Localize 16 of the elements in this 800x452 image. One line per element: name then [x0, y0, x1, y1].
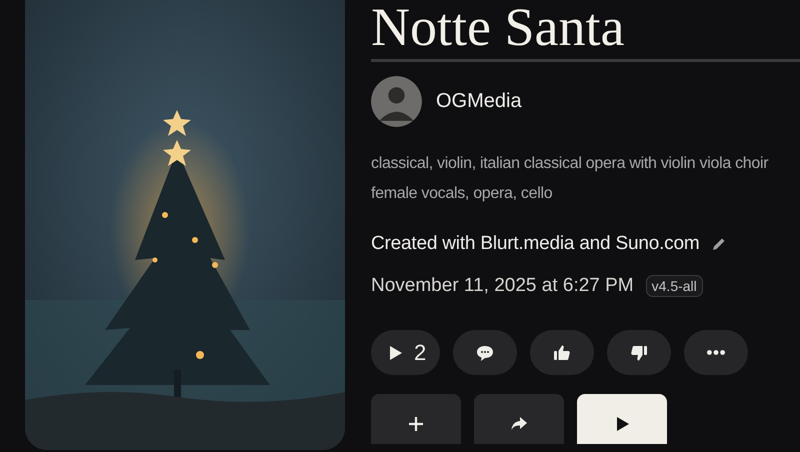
model-badge: v4.5-all: [646, 275, 703, 297]
style-tags: classical, violin, italian classical opera with violin viola choir female vocals, opera, cello: [371, 149, 796, 209]
created-date: November 11, 2025 at 6:27 PM: [371, 275, 634, 297]
artist-name[interactable]: OGMedia: [436, 90, 522, 113]
play-count-button[interactable]: 2: [371, 330, 440, 375]
more-button[interactable]: [684, 330, 748, 375]
pencil-icon[interactable]: [711, 236, 728, 252]
thumbs-up-icon: [552, 342, 572, 362]
dislike-button[interactable]: [607, 330, 672, 375]
more-icon: [707, 350, 726, 355]
plus-icon: [406, 414, 426, 434]
comment-button[interactable]: [453, 330, 518, 375]
like-button[interactable]: [530, 330, 594, 375]
avatar-icon[interactable]: [371, 76, 422, 127]
song-description: Created with Blurt.media and Suno.com: [371, 233, 700, 255]
song-title: Notte Santa: [371, 0, 626, 54]
